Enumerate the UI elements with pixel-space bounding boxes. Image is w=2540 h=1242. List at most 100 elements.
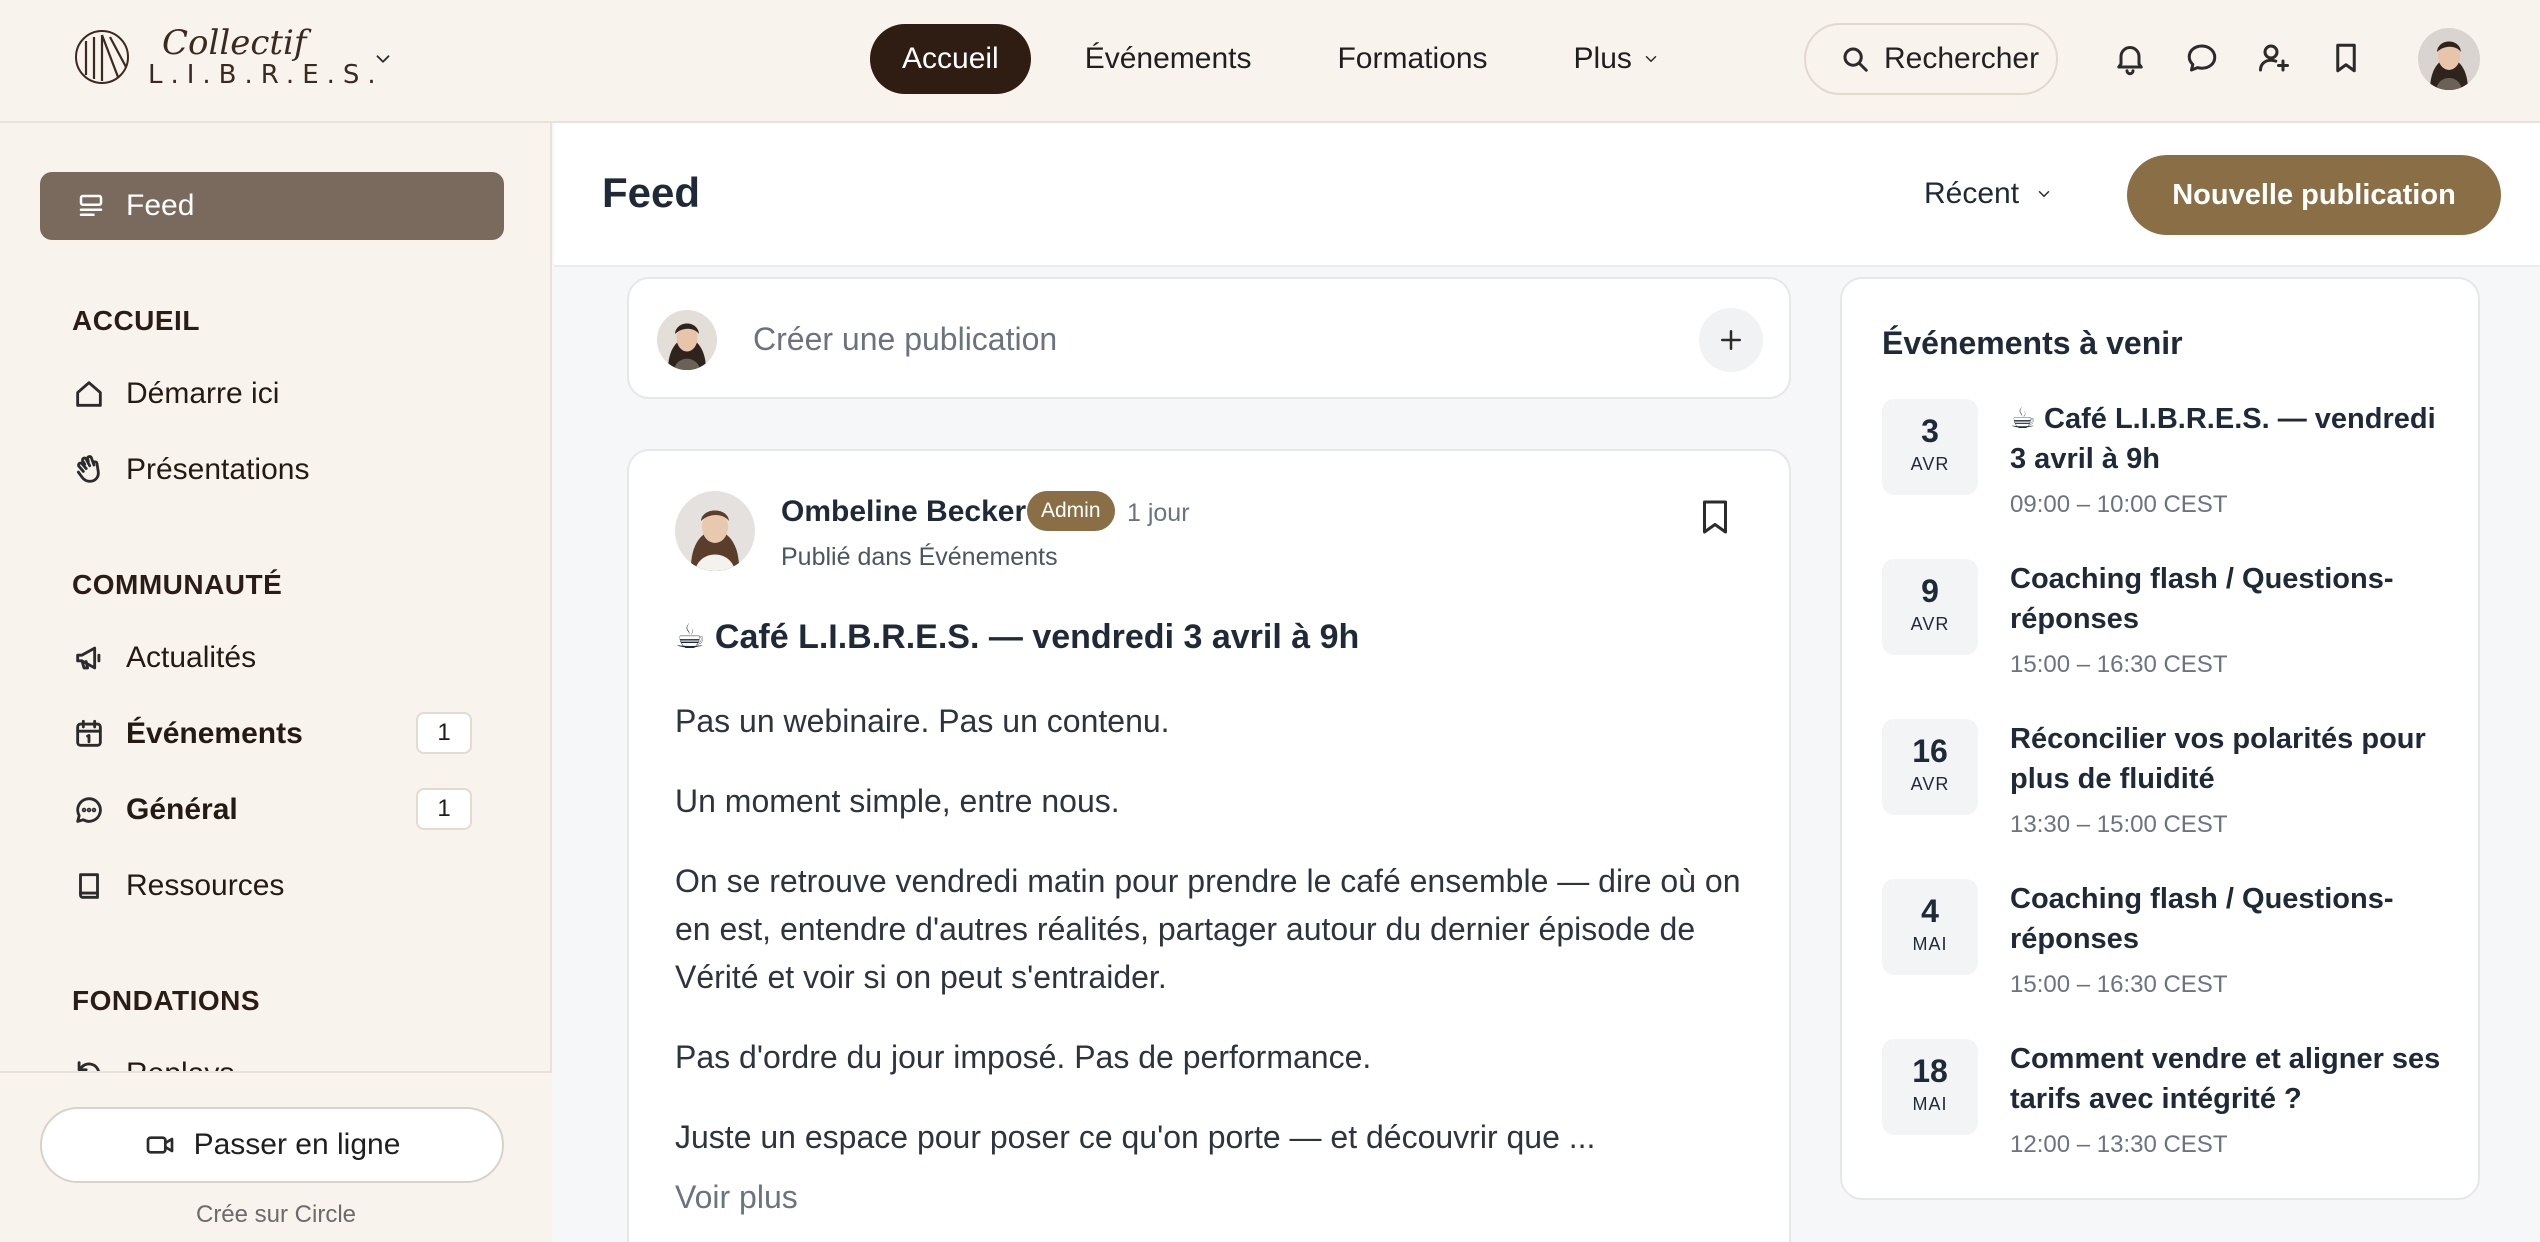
author-avatar[interactable] (675, 491, 755, 571)
event-title: Comment vendre et aligner ses tarifs ave… (2010, 1043, 2441, 1115)
nav-accueil[interactable]: Accueil (870, 24, 1031, 94)
sidebar-item-presentations[interactable]: Présentations (72, 445, 472, 495)
waving-hand-icon (76, 455, 100, 483)
plus-icon (1721, 330, 1741, 350)
sort-dropdown[interactable]: Récent (1924, 177, 2053, 211)
see-more-link[interactable]: Voir plus (675, 1179, 798, 1216)
go-live-label: Passer en ligne (193, 1128, 401, 1161)
book-icon (79, 873, 99, 899)
event-date: 16 AVR (1882, 719, 1978, 815)
nav-formations[interactable]: Formations (1305, 24, 1519, 94)
event-month: AVR (1910, 454, 1950, 474)
search-icon (1843, 47, 1868, 72)
chat-bubble-icon (76, 797, 102, 823)
top-bar: Collectif L.I.B.R.E.S. Accueil Événement… (0, 0, 2540, 123)
posted-in-space[interactable]: Publié dans Événements (781, 543, 1058, 572)
sidebar-item-ressources[interactable]: Ressources (72, 861, 472, 911)
powered-by-circle-link[interactable]: Crée sur Circle (0, 1201, 552, 1229)
event-item[interactable]: 16 AVR Réconcilier vos polarités pour pl… (1882, 719, 2462, 869)
event-hours: 15:00 – 16:30 CEST (2010, 971, 2228, 998)
chevron-down-icon (1645, 56, 1657, 62)
nav-label: Plus (1573, 42, 1632, 75)
post-time[interactable]: 1 jour (1127, 499, 1190, 528)
brand-logo[interactable]: Collectif L.I.B.R.E.S. (74, 26, 384, 88)
sidebar-item-label: Ressources (126, 869, 285, 902)
brand-script: Collectif (162, 23, 307, 63)
post-body: Pas un webinaire. Pas un contenu. Un mom… (675, 697, 1745, 1193)
sidebar-item-evenements[interactable]: Événements 1 (72, 709, 472, 759)
user-avatar-icon (2418, 28, 2480, 90)
post-paragraph: On se retrouve vendredi matin pour prend… (675, 863, 1741, 995)
event-hours: 13:30 – 15:00 CEST (2010, 811, 2228, 838)
sidebar-item-general[interactable]: Général 1 (72, 785, 472, 835)
post-paragraph: Pas un webinaire. Pas un contenu. (675, 703, 1170, 739)
feed-header: Feed Récent Nouvelle publication (554, 123, 2540, 267)
avatar[interactable] (2418, 28, 2480, 90)
avatar (657, 310, 717, 370)
sidebar-item-label: Événements (126, 717, 303, 750)
event-month: AVR (1910, 774, 1950, 794)
video-camera-icon (146, 1136, 173, 1154)
composer-placeholder: Créer une publication (753, 321, 1058, 357)
post-title[interactable]: ☕ Café L.I.B.R.E.S. — vendredi 3 avril à… (675, 617, 1359, 657)
feed-icon (79, 194, 103, 216)
nav-plus[interactable]: Plus (1542, 24, 1692, 94)
unread-count-badge: 1 (416, 788, 472, 830)
search-button[interactable]: Rechercher (1804, 23, 2058, 95)
sidebar-item-label: Présentations (126, 453, 310, 486)
post-paragraph: Un moment simple, entre nous. (675, 783, 1120, 819)
nav-label: Événements (1084, 42, 1252, 75)
event-item[interactable]: 3 AVR ☕ Café L.I.B.R.E.S. — vendredi 3 a… (1882, 399, 2462, 549)
event-item[interactable]: 9 AVR Coaching flash / Questions-réponse… (1882, 559, 2462, 709)
calendar-icon (76, 719, 102, 747)
event-day: 18 (1912, 1053, 1948, 1089)
sort-label: Récent (1924, 177, 2020, 210)
event-item[interactable]: 4 MAI Coaching flash / Questions-réponse… (1882, 879, 2462, 1029)
event-month: MAI (1912, 1094, 1948, 1114)
sidebar-item-label: Démarre ici (126, 377, 280, 410)
sidebar-item-label: Actualités (126, 641, 257, 674)
author-avatar-icon (675, 491, 755, 571)
chat-icon[interactable] (2184, 40, 2220, 76)
section-title-accueil: ACCUEIL (72, 305, 200, 336)
post-composer[interactable]: Créer une publication (627, 277, 1791, 399)
event-day: 3 (1921, 413, 1939, 449)
home-icon (76, 381, 102, 407)
section-title-communaute: COMMUNAUTÉ (72, 569, 283, 600)
page-title: Feed (602, 169, 701, 216)
unread-count-badge: 1 (416, 712, 472, 754)
event-date: 4 MAI (1882, 879, 1978, 975)
event-hours: 15:00 – 16:30 CEST (2010, 651, 2228, 678)
megaphone-icon (76, 646, 101, 670)
event-date: 18 MAI (1882, 1039, 1978, 1135)
sidebar-item-actualites[interactable]: Actualités (72, 633, 472, 683)
sidebar-item-demarre-ici[interactable]: Démarre ici (72, 369, 472, 419)
chevron-down-icon (2038, 191, 2050, 197)
nav-label: Accueil (902, 42, 999, 75)
admin-badge: Admin (1027, 491, 1115, 531)
event-hours: 09:00 – 10:00 CEST (2010, 491, 2228, 518)
brand-caps: L.I.B.R.E.S. (148, 60, 384, 90)
go-live-button[interactable]: Passer en ligne (40, 1107, 504, 1183)
event-item[interactable]: 18 MAI Comment vendre et aligner ses tar… (1882, 1039, 2462, 1189)
add-post-button[interactable] (1699, 308, 1763, 372)
upcoming-events-panel: Événements à venir 3 AVR ☕ Café L.I.B.R.… (1840, 277, 2480, 1200)
bookmark-icon[interactable] (1697, 497, 1733, 537)
bookmark-icon[interactable] (2328, 40, 2364, 76)
chevron-down-icon[interactable] (372, 48, 394, 70)
event-date: 3 AVR (1882, 399, 1978, 495)
event-day: 9 (1921, 573, 1939, 609)
new-post-button[interactable]: Nouvelle publication (2127, 155, 2501, 235)
sidebar-item-label: Général (126, 793, 238, 826)
event-title: Coaching flash / Questions-réponses (2010, 563, 2394, 635)
post-paragraph: Pas d'ordre du jour imposé. Pas de perfo… (675, 1039, 1372, 1075)
member-add-icon[interactable] (2256, 40, 2292, 76)
panel-title: Événements à venir (1882, 325, 2183, 361)
nav-evenements[interactable]: Événements (1053, 24, 1284, 94)
nav-label: Formations (1337, 42, 1488, 75)
bell-icon[interactable] (2112, 40, 2148, 76)
sidebar-item-feed[interactable]: Feed (40, 172, 504, 240)
event-title: ☕ Café L.I.B.R.E.S. — vendredi 3 avril à… (2010, 403, 2436, 475)
event-title: Coaching flash / Questions-réponses (2010, 883, 2394, 955)
author-name[interactable]: Ombeline Becker (781, 495, 1026, 529)
